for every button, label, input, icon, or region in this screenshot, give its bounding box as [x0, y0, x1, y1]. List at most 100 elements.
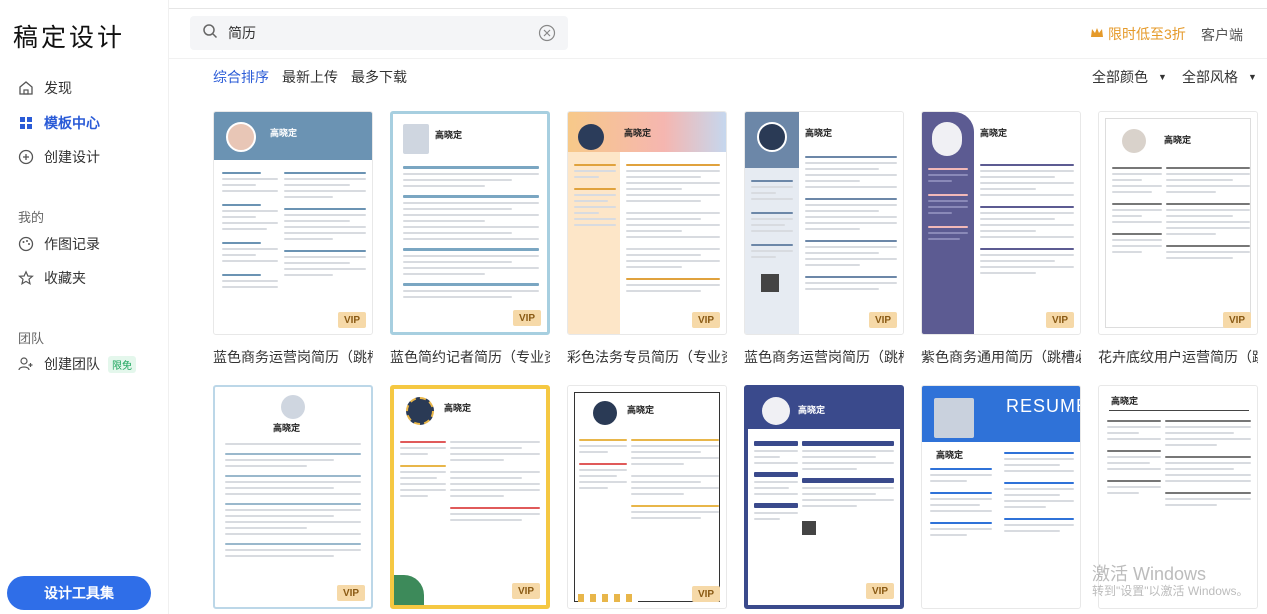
resume-name: 高晓定	[805, 128, 833, 138]
resume-name: 高晓定	[798, 405, 826, 415]
zigzag-decoration	[578, 594, 638, 602]
avatar	[1122, 129, 1146, 153]
template-card[interactable]: 高晓定 VIP	[921, 111, 1081, 335]
template-title[interactable]: 蓝色商务运营岗简历（跳槽...	[213, 347, 373, 367]
crown-icon	[1090, 26, 1104, 43]
section-label-team: 团队	[18, 331, 45, 346]
avatar	[757, 122, 787, 152]
sort-tab-most-downloaded[interactable]: 最多下载	[351, 67, 407, 87]
sidebar: 稿定设计 发现 模板中心 创建设计 我的 作图记录 收藏夹 团队 创建团队 限免…	[0, 0, 169, 614]
resume-heading: RESUME	[1006, 396, 1081, 416]
template-card[interactable]: 高晓定 VIP	[390, 385, 550, 609]
vip-badge: VIP	[692, 586, 720, 602]
qr-code	[802, 521, 816, 535]
star-icon	[18, 270, 34, 286]
resume-name: 高晓定	[980, 128, 1008, 138]
sidebar-item-create-design[interactable]: 创建设计	[0, 141, 169, 173]
vip-badge: VIP	[338, 312, 366, 328]
template-card[interactable]: 高晓定 VIP	[744, 385, 904, 609]
sidebar-item-label: 发现	[44, 80, 72, 96]
activation-watermark-hint: 转到"设置"以激活 Windows。	[1092, 584, 1249, 598]
promo-label: 限时低至3折	[1108, 26, 1186, 42]
sort-tab-comprehensive[interactable]: 综合排序	[213, 67, 269, 87]
resume-name: 高晓定	[435, 130, 463, 140]
sidebar-item-discover[interactable]: 发现	[0, 72, 169, 104]
caret-down-icon: ▼	[1248, 72, 1257, 82]
filter-color-label: 全部颜色	[1092, 69, 1148, 85]
resume-name: 高晓定	[273, 423, 301, 433]
avatar	[406, 397, 434, 425]
avatar	[403, 124, 429, 154]
section-label-mine: 我的	[18, 210, 45, 225]
template-title[interactable]: 蓝色商务运营岗简历（跳槽...	[744, 347, 904, 367]
template-card[interactable]: RESUME 高晓定	[921, 385, 1081, 609]
vip-badge: VIP	[692, 312, 720, 328]
sidebar-item-label: 作图记录	[44, 236, 100, 252]
resume-name: 高晓定	[270, 128, 298, 138]
avatar	[578, 124, 604, 150]
top-border	[169, 8, 1267, 9]
resume-name: 高晓定	[444, 403, 472, 413]
divider	[1109, 410, 1249, 411]
resume-name: 高晓定	[627, 405, 655, 415]
sidebar-item-favorites[interactable]: 收藏夹	[0, 262, 169, 294]
plus-circle-icon	[18, 149, 34, 165]
add-user-icon	[18, 356, 34, 372]
filter-color[interactable]: 全部颜色 ▼	[1092, 67, 1167, 87]
avatar	[934, 398, 974, 438]
sidebar-item-templates[interactable]: 模板中心	[0, 107, 169, 139]
vip-badge: VIP	[1223, 312, 1251, 328]
grid-icon	[18, 115, 34, 131]
template-title[interactable]: 彩色法务专员简历（专业资...	[567, 347, 727, 367]
sidebar-item-label: 创建设计	[44, 149, 100, 165]
resume-name: 高晓定	[1164, 135, 1192, 145]
header-divider	[169, 58, 1267, 59]
home-icon	[18, 80, 34, 96]
resume-name: 高晓定	[1111, 396, 1139, 406]
promo-link[interactable]: 限时低至3折	[1090, 24, 1186, 44]
design-tools-button[interactable]: 设计工具集	[7, 576, 151, 610]
template-card[interactable]: 高晓定 VIP	[213, 385, 373, 609]
template-card[interactable]: 高晓定 VIP	[567, 111, 727, 335]
vip-badge: VIP	[337, 585, 365, 601]
sort-tab-newest[interactable]: 最新上传	[282, 67, 338, 87]
avatar	[593, 401, 617, 425]
filter-style-label: 全部风格	[1182, 69, 1238, 85]
app-logo[interactable]: 稿定设计	[13, 18, 125, 54]
avatar	[762, 397, 790, 425]
vip-badge: VIP	[866, 583, 894, 599]
search-bar[interactable]	[190, 16, 568, 50]
resume-name: 高晓定	[936, 450, 964, 460]
vip-badge: VIP	[1046, 312, 1074, 328]
avatar	[226, 122, 256, 152]
palette-icon	[18, 236, 34, 252]
qr-code	[761, 274, 779, 292]
search-icon	[202, 23, 218, 44]
free-badge: 限免	[108, 355, 136, 373]
resume-name: 高晓定	[624, 128, 652, 138]
caret-down-icon: ▼	[1158, 72, 1167, 82]
sidebar-item-label: 模板中心	[44, 115, 100, 131]
template-card[interactable]: 高晓定 VIP	[567, 385, 727, 609]
filter-style[interactable]: 全部风格 ▼	[1182, 67, 1257, 87]
clear-icon[interactable]	[538, 24, 556, 42]
client-link[interactable]: 客户端	[1201, 25, 1243, 45]
template-card[interactable]: 高晓定 VIP	[390, 111, 550, 335]
template-card[interactable]: 高晓定 VIP	[213, 111, 373, 335]
template-card[interactable]: 高晓定 VIP	[1098, 111, 1258, 335]
sidebar-item-create-team[interactable]: 创建团队 限免	[0, 348, 169, 380]
avatar	[281, 395, 305, 419]
search-input[interactable]	[228, 25, 538, 41]
template-title[interactable]: 花卉底纹用户运营简历（跳...	[1098, 347, 1258, 367]
sidebar-item-history[interactable]: 作图记录	[0, 228, 169, 260]
sidebar-item-label: 收藏夹	[44, 270, 86, 286]
vip-badge: VIP	[513, 310, 541, 326]
vip-badge: VIP	[869, 312, 897, 328]
leaf-decoration	[394, 575, 424, 605]
template-title[interactable]: 紫色商务通用简历（跳槽必...	[921, 347, 1081, 367]
template-card[interactable]: 高晓定 VIP	[744, 111, 904, 335]
vip-badge: VIP	[512, 583, 540, 599]
sidebar-item-label: 创建团队	[44, 356, 100, 372]
avatar	[932, 122, 962, 156]
template-title[interactable]: 蓝色简约记者简历（专业资...	[390, 347, 550, 367]
